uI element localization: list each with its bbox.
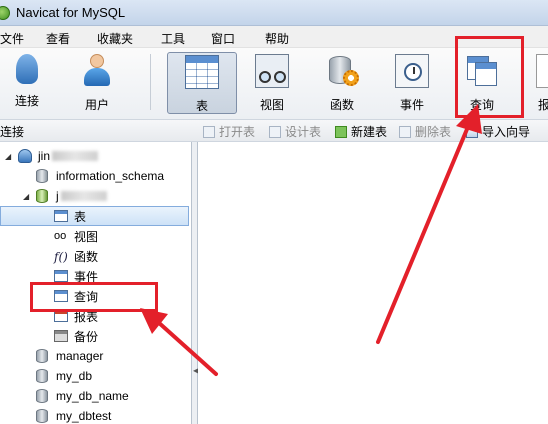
annotation-arrow-to-toolbar (376, 120, 472, 344)
annotation-arrowhead-tree (140, 308, 168, 334)
annotation-arrow-to-tree (156, 320, 218, 376)
annotation-arrowhead-toolbar (456, 104, 482, 134)
annotation-arrows (140, 104, 482, 376)
